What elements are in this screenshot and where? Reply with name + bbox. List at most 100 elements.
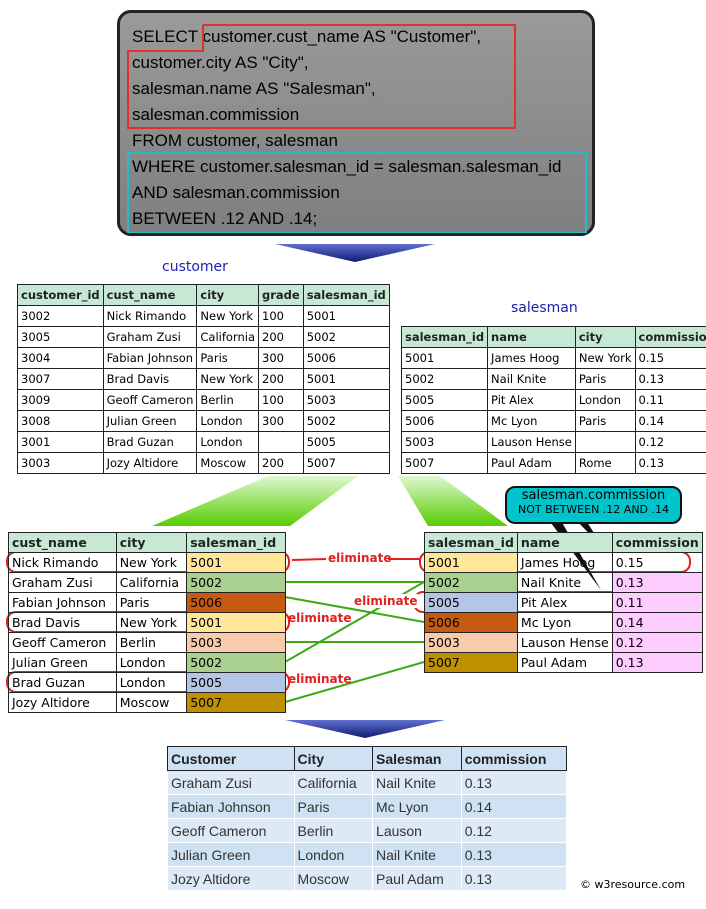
table-cell: Julian Green [8,652,117,673]
table-cell: 3004 [17,347,104,369]
table-cell: Rome [574,452,636,474]
table-cell: 5003 [186,632,286,653]
table-cell: 5002 [302,326,390,348]
table-cell: California [115,572,188,593]
table-row: 5007 Paul Adam 0.13 [424,652,703,673]
table-cell: Paul Adam [372,866,462,891]
table-cell: New York [196,305,259,327]
table-cell: 3007 [17,368,104,390]
table-cell: Lauson Hense [516,632,613,653]
table-cell: 5007 [424,652,518,673]
table-cell: 0.13 [460,770,568,795]
table-cell: 0.11 [634,389,706,411]
table-cell: 300 [258,347,304,369]
table-cell: 0.12 [634,431,706,453]
table-cell: 5001 [424,552,518,573]
table-row: 5007 Paul Adam Rome 0.13 [400,452,706,474]
table-cell [574,431,636,453]
table-cell: 0.11 [611,592,703,613]
table-row: 3005 Graham Zusi California 200 5002 [17,326,390,348]
funnel-left [152,476,358,526]
table-cell: 3005 [17,326,104,348]
table-cell: Graham Zusi [167,770,295,795]
table-cell: 200 [258,452,304,474]
table-cell: Julian Green [167,842,295,867]
customer-subset-table: cust_name city salesman_id Nick Rimando New … [8,532,286,713]
table-cell: 100 [258,389,304,411]
table-row: Brad Davis New York 5001 [8,612,286,633]
column-header: commission [460,746,568,771]
table-cell: 5006 [302,347,390,369]
table-row: 5006 Mc Lyon Paris 0.14 [400,410,706,432]
table-cell: 5002 [400,368,489,390]
table-cell: 0.15 [611,552,703,573]
table-cell: Jozy Altidore [102,452,198,474]
table-row: Jozy Altidore Moscow 5007 [8,692,286,713]
table-cell: New York [115,612,188,633]
callout-line: NOT BETWEEN .12 AND .14 [517,503,670,516]
table-cell: 5002 [186,572,286,593]
table-row: 5005 Pit Alex London 0.11 [400,389,706,411]
table-cell: Fabian Johnson [102,347,198,369]
table-cell: Graham Zusi [8,572,117,593]
table-cell: 3002 [17,305,104,327]
table-cell: California [293,770,374,795]
table-cell: Fabian Johnson [167,794,295,819]
table-cell: 100 [258,305,304,327]
table-cell: New York [115,552,188,573]
column-header: city [196,284,259,306]
table-cell: 5007 [186,692,286,713]
table-cell: Nick Rimando [8,552,117,573]
table-cell: Geoff Cameron [102,389,198,411]
column-header: commission [611,532,703,553]
table-row: 3004 Fabian Johnson Paris 300 5006 [17,347,390,369]
table-cell: 5006 [186,592,286,613]
table-cell: 5001 [186,612,286,633]
table-cell: Berlin [115,632,188,653]
table-cell: Berlin [293,818,374,843]
column-header: name [487,326,576,348]
salesman-subset-table: salesman_id name commission 5001 James Hoog 0… [424,532,703,673]
funnel-right [398,476,508,526]
table-cell: Nail Knite [372,842,462,867]
table-cell: 5006 [424,612,518,633]
table-row: Graham Zusi California Nail Knite 0.13 [167,770,568,795]
table-cell: Paris [196,347,259,369]
table-cell: 200 [258,368,304,390]
table-cell: 0.13 [634,368,706,390]
table-cell: Lauson [372,818,462,843]
table-cell: 5007 [302,452,390,474]
table-cell: Nail Knite [516,572,613,593]
column-header: name [516,532,613,553]
table-cell: Brad Guzan [102,431,198,453]
table-cell: London [293,842,374,867]
result-table: Customer City Salesman commission Graham Zus… [167,746,568,891]
table-cell: London [574,389,636,411]
table-cell: Fabian Johnson [8,592,117,613]
table-cell: Paris [115,592,188,613]
table-cell: 5001 [400,347,489,369]
table-cell: 5003 [400,431,489,453]
table-cell: 5005 [186,672,286,693]
table-row: Jozy Altidore Moscow Paul Adam 0.13 [167,866,568,891]
table-cell: 0.13 [460,866,568,891]
column-header: cust_name [102,284,198,306]
table-cell: Brad Guzan [8,672,117,693]
table-cell: 5002 [186,652,286,673]
table-cell: 5006 [400,410,489,432]
table-cell: 5002 [424,572,518,593]
table-cell: Moscow [293,866,374,891]
table-cell: Mc Lyon [516,612,613,633]
table-row: 5003 Lauson Hense 0.12 [400,431,706,453]
table-row: Brad Guzan London 5005 [8,672,286,693]
table-cell: 0.13 [611,572,703,593]
column-header: salesman_id [186,532,286,553]
table-cell: 300 [258,410,304,432]
table-cell: Berlin [196,389,259,411]
table-cell [258,431,304,453]
column-header: grade [258,284,304,306]
column-header: salesman_id [302,284,390,306]
table-cell: Paris [574,368,636,390]
table-cell: 0.13 [611,652,703,673]
table-row: 3002 Nick Rimando New York 100 5001 [17,305,390,327]
